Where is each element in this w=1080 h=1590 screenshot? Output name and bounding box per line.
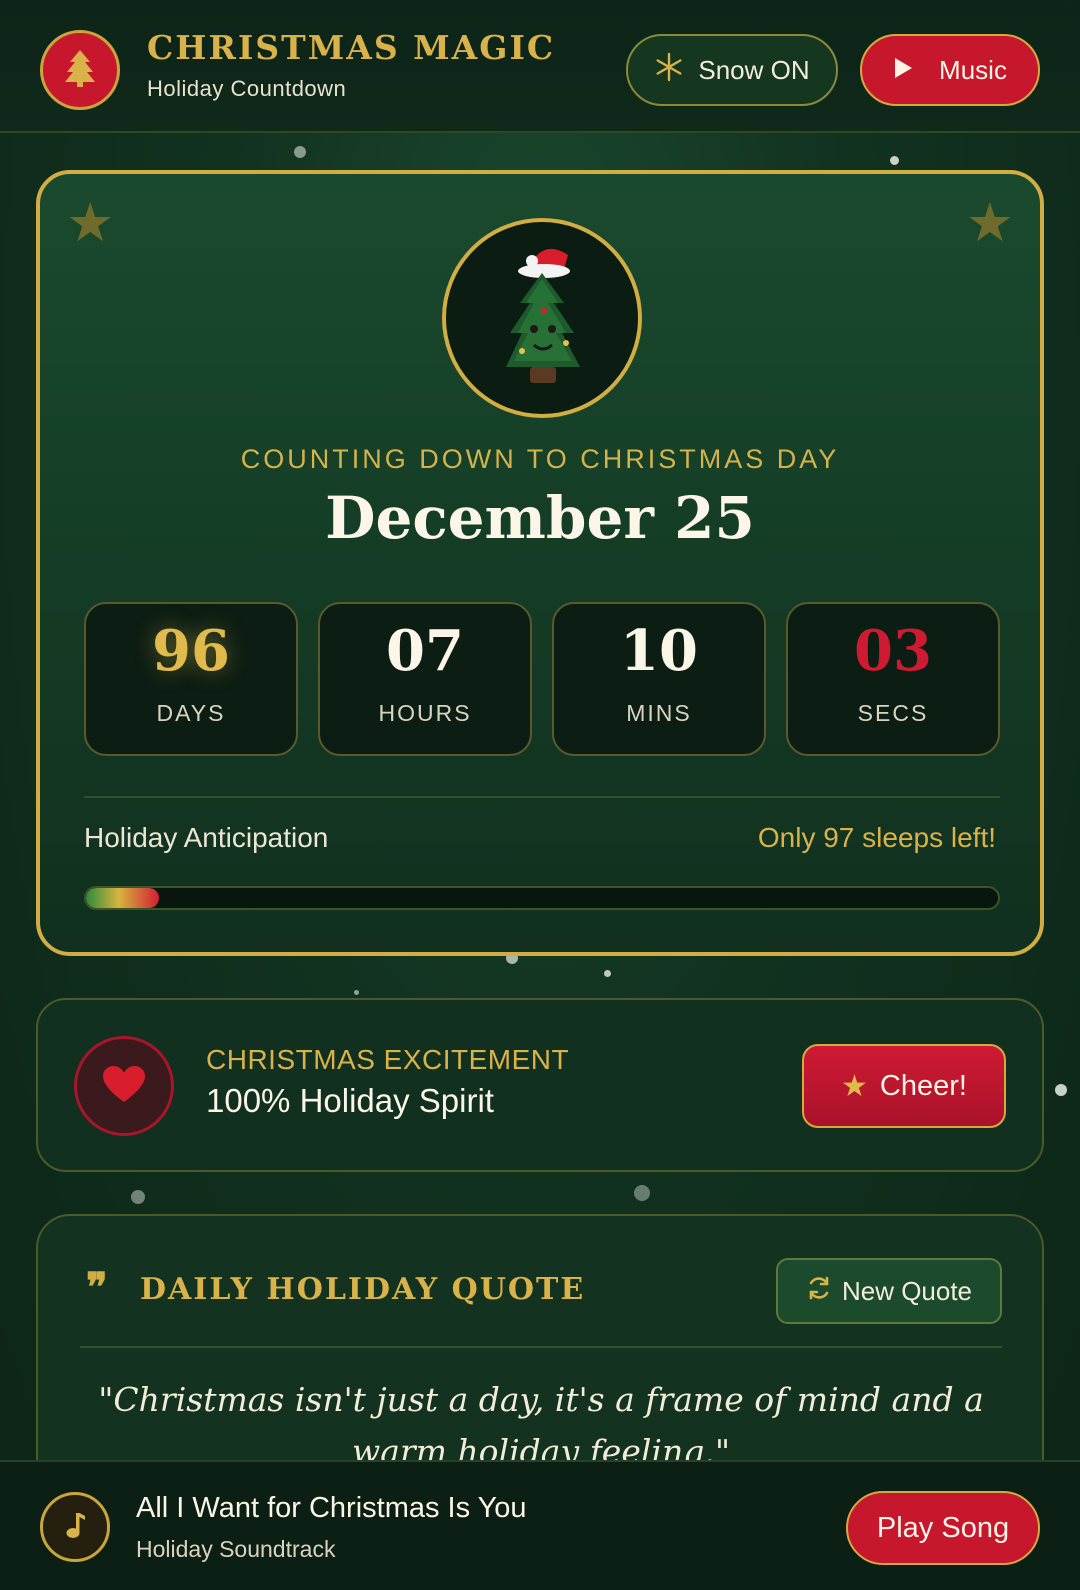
days-value: 96	[152, 618, 230, 684]
heart-badge	[74, 1036, 174, 1136]
anticipation-label: Holiday Anticipation	[84, 822, 329, 853]
app-title: CHRISTMAS MAGIC	[147, 28, 556, 67]
play-song-button[interactable]: Play Song	[846, 1491, 1040, 1565]
snowflake-particle	[890, 156, 899, 165]
new-quote-button[interactable]: New Quote	[776, 1258, 1002, 1324]
star-icon: ★	[66, 193, 115, 253]
anticipation-progress-fill	[86, 888, 159, 908]
christmas-tree-image	[442, 218, 642, 418]
secs-value: 03	[854, 618, 932, 684]
music-button-label: Music	[939, 54, 1007, 85]
snowflake-particle	[294, 146, 306, 158]
secs-unit: SECS	[857, 700, 929, 726]
quote-icon: ❞	[86, 1264, 108, 1311]
app-header: CHRISTMAS MAGIC Holiday Countdown Snow O…	[0, 0, 1080, 133]
app-subtitle: Holiday Countdown	[147, 76, 347, 101]
days-unit: DAYS	[156, 700, 226, 726]
cheer-button[interactable]: ★ Cheer!	[802, 1044, 1006, 1128]
countdown-card: ★ ★ COUNTING DOWN TO CHRISTMAS DAY Decem…	[36, 170, 1044, 956]
new-quote-label: New Quote	[841, 1275, 973, 1306]
anticipation-progress-bar	[84, 886, 1000, 910]
sleeps-left-label: Only 97 sleeps left!	[757, 822, 996, 853]
app-frame: CHRISTMAS MAGIC Holiday Countdown Snow O…	[0, 0, 1080, 1590]
song-subtitle: Holiday Soundtrack	[136, 1536, 336, 1562]
hours-tile: 07 HOURS	[318, 602, 532, 756]
music-button[interactable]: Music	[860, 34, 1040, 106]
mins-tile: 10 MINS	[552, 602, 766, 756]
star-icon: ★	[965, 193, 1014, 253]
hours-value: 07	[386, 618, 464, 684]
excitement-label: CHRISTMAS EXCITEMENT	[206, 1044, 570, 1075]
logo-badge	[40, 30, 120, 110]
song-title: All I Want for Christmas Is You	[136, 1492, 527, 1524]
excitement-card: CHRISTMAS EXCITEMENT 100% Holiday Spirit…	[36, 998, 1044, 1172]
days-tile: 96 DAYS	[84, 602, 298, 756]
refresh-icon	[806, 1275, 832, 1308]
play-icon	[893, 55, 913, 86]
music-note-badge	[40, 1492, 110, 1562]
snowflake-particle	[1055, 1084, 1067, 1096]
snow-toggle-label: Snow ON	[698, 54, 810, 85]
mins-unit: MINS	[626, 700, 692, 726]
snowflake-particle	[131, 1190, 145, 1204]
countdown-tiles: 96 DAYS 07 HOURS 10 MINS 03 SECS	[84, 602, 1000, 756]
quote-title: DAILY HOLIDAY QUOTE	[140, 1272, 586, 1307]
mins-value: 10	[620, 618, 698, 684]
snowflake-icon	[654, 52, 684, 89]
play-song-label: Play Song	[876, 1511, 1010, 1544]
countdown-divider	[84, 796, 1000, 798]
quote-divider	[80, 1346, 1002, 1348]
tree-icon	[63, 48, 97, 93]
snowflake-particle	[634, 1185, 650, 1201]
heart-icon	[101, 1064, 147, 1109]
excitement-value: 100% Holiday Spirit	[206, 1082, 494, 1119]
snowflake-particle	[604, 970, 611, 977]
hours-unit: HOURS	[378, 700, 472, 726]
countdown-label: COUNTING DOWN TO CHRISTMAS DAY	[240, 444, 840, 474]
target-date: December 25	[325, 484, 755, 552]
snow-toggle-button[interactable]: Snow ON	[626, 34, 838, 106]
secs-tile: 03 SECS	[786, 602, 1000, 756]
music-player-bar: All I Want for Christmas Is You Holiday …	[0, 1460, 1080, 1590]
snowflake-particle	[354, 990, 359, 995]
star-icon: ★	[841, 1069, 868, 1103]
cheer-button-label: Cheer!	[879, 1069, 967, 1102]
music-note-icon	[64, 1510, 86, 1545]
